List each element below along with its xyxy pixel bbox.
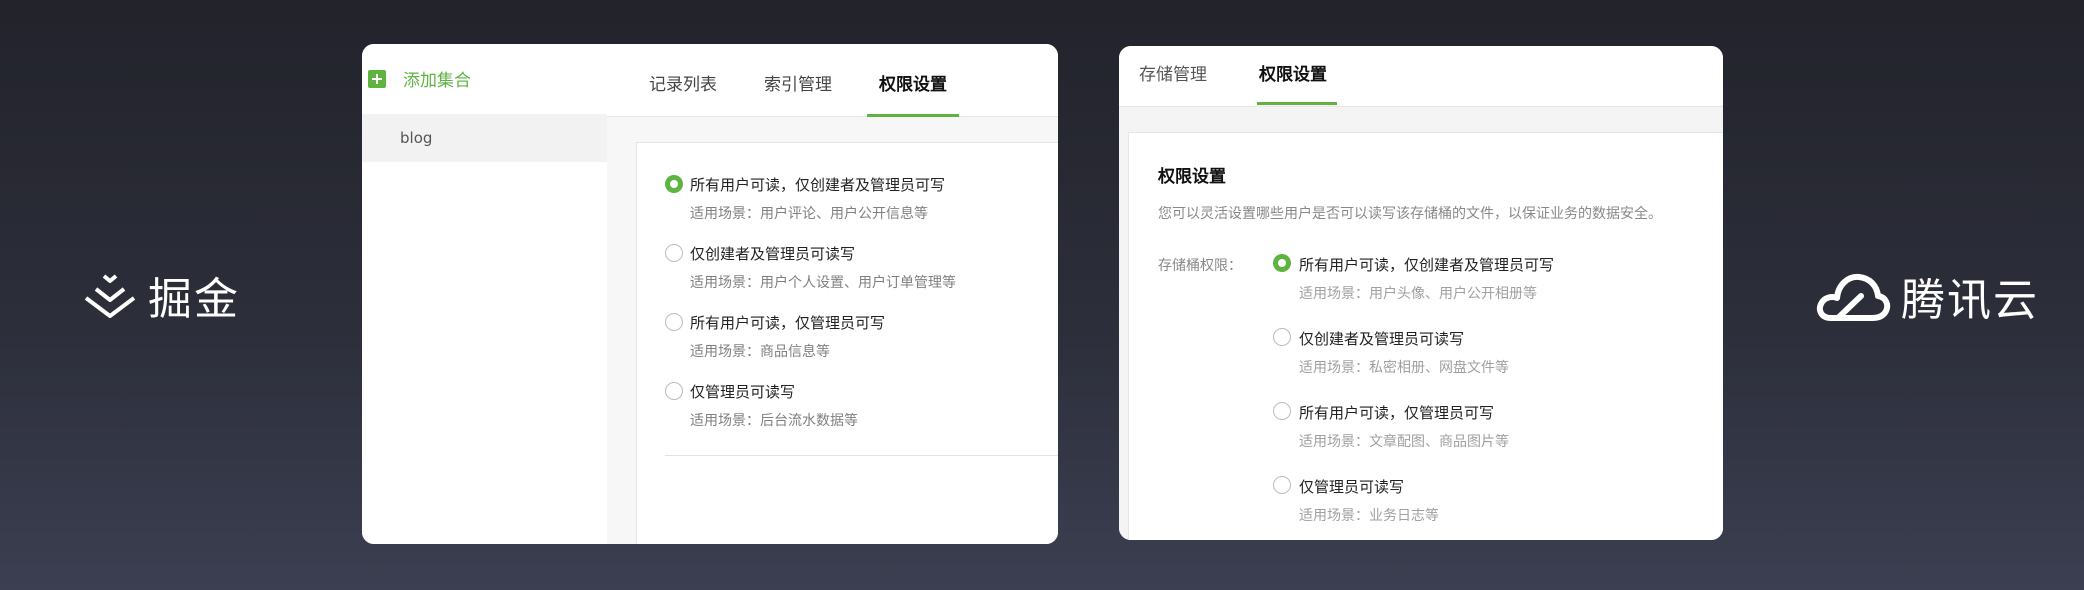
option-desc: 适用场景：商品信息等	[690, 344, 830, 360]
option-label[interactable]: 所有用户可读，仅管理员可写	[690, 312, 885, 333]
active-tab-indicator	[1257, 102, 1337, 105]
sidebar-item-label: blog	[400, 129, 433, 147]
divider	[665, 455, 1058, 456]
juejin-logo-icon	[84, 274, 136, 318]
plus-icon	[368, 69, 386, 88]
tab-records[interactable]: 记录列表	[649, 70, 717, 95]
radio-creator-only[interactable]	[665, 244, 683, 262]
tab-permissions[interactable]: 权限设置	[1259, 60, 1327, 85]
permission-card: 所有用户可读，仅创建者及管理员可写 适用场景：用户评论、用户公开信息等 仅创建者…	[636, 142, 1058, 544]
radio-admin-only[interactable]	[665, 382, 683, 400]
option-label[interactable]: 仅创建者及管理员可读写	[690, 243, 855, 264]
option-label[interactable]: 所有用户可读，仅管理员可写	[1299, 402, 1494, 423]
radio-public-read[interactable]	[1273, 254, 1291, 272]
tab-permissions[interactable]: 权限设置	[879, 70, 947, 95]
radio-public-read[interactable]	[665, 175, 683, 193]
option-label[interactable]: 所有用户可读，仅创建者及管理员可写	[1299, 254, 1554, 275]
option-label[interactable]: 仅创建者及管理员可读写	[1299, 328, 1464, 349]
main-content: 记录列表 索引管理 权限设置 所有用户可读，仅创建者及管理员可写 适用场景：用户…	[607, 44, 1058, 544]
bucket-permission-label: 存储桶权限：	[1158, 258, 1242, 274]
add-collection-label: 添加集合	[403, 71, 471, 91]
tab-bar: 记录列表 索引管理 权限设置	[607, 44, 1058, 117]
tab-bar: 存储管理 权限设置	[1119, 46, 1723, 107]
juejin-brand-name: 掘金	[148, 274, 240, 325]
juejin-permission-panel: 添加集合 blog 记录列表 索引管理 权限设置 所有用户可读，仅创建者及管理员…	[362, 44, 1058, 544]
option-label[interactable]: 所有用户可读，仅创建者及管理员可写	[690, 174, 945, 195]
radio-admin-only[interactable]	[1273, 476, 1291, 494]
radio-admin-write[interactable]	[665, 313, 683, 331]
radio-admin-write[interactable]	[1273, 402, 1291, 420]
collection-sidebar: 添加集合 blog	[362, 44, 608, 544]
option-desc: 适用场景：用户评论、用户公开信息等	[690, 206, 928, 222]
tab-storage[interactable]: 存储管理	[1139, 60, 1207, 85]
option-desc: 适用场景：文章配图、商品图片等	[1299, 434, 1509, 450]
add-collection-button[interactable]: 添加集合	[368, 66, 471, 91]
option-label[interactable]: 仅管理员可读写	[690, 381, 795, 402]
tab-index[interactable]: 索引管理	[764, 70, 832, 95]
section-description: 您可以灵活设置哪些用户是否可以读写该存储桶的文件，以保证业务的数据安全。	[1158, 206, 1662, 222]
option-label[interactable]: 仅管理员可读写	[1299, 476, 1404, 497]
active-tab-indicator	[867, 114, 959, 117]
option-desc: 适用场景：用户头像、用户公开相册等	[1299, 286, 1537, 302]
option-desc: 适用场景：用户个人设置、用户订单管理等	[690, 275, 956, 291]
option-desc: 适用场景：后台流水数据等	[690, 413, 858, 429]
option-desc: 适用场景：私密相册、网盘文件等	[1299, 360, 1509, 376]
section-title: 权限设置	[1158, 167, 1226, 187]
radio-creator-only[interactable]	[1273, 328, 1291, 346]
juejin-brand: 掘金	[82, 270, 240, 325]
sidebar-item-blog[interactable]: blog	[362, 114, 607, 162]
tencent-permission-panel: 存储管理 权限设置 权限设置 您可以灵活设置哪些用户是否可以读写该存储桶的文件，…	[1119, 46, 1723, 540]
tencent-cloud-brand: 腾讯云	[1815, 268, 2039, 326]
cloud-icon	[1816, 273, 1891, 321]
option-desc: 适用场景：业务日志等	[1299, 508, 1439, 524]
tencent-cloud-brand-name: 腾讯云	[1901, 275, 2039, 326]
